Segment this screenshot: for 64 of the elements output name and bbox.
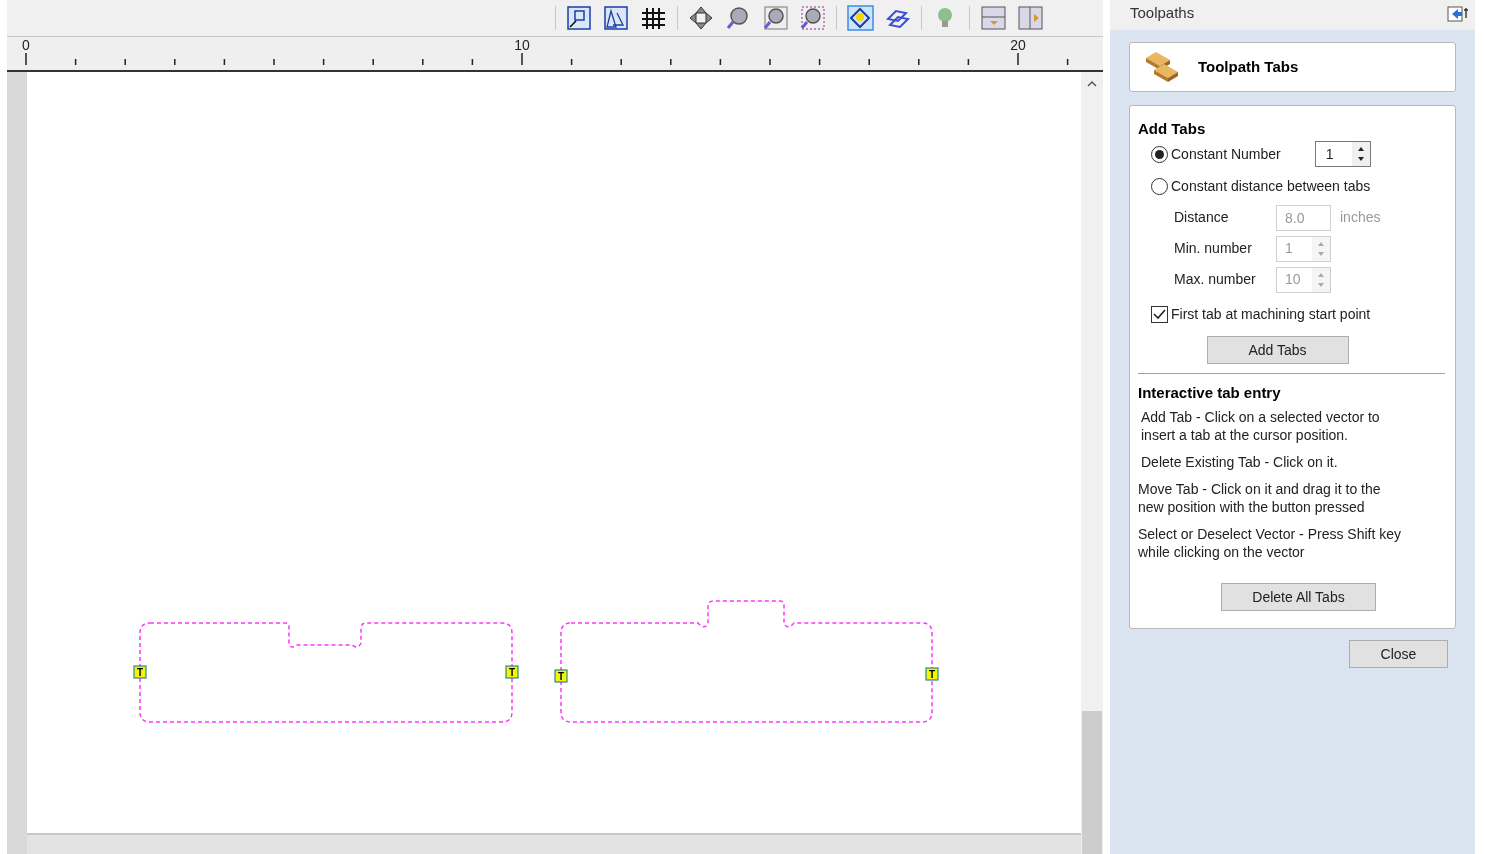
- ruler-tick: [967, 58, 970, 66]
- ruler-label: 10: [514, 38, 530, 52]
- ruler-tick: [521, 52, 523, 66]
- radio-label: Constant Number: [1171, 144, 1281, 164]
- ruler-tick: [570, 58, 573, 66]
- panel-title: Toolpaths: [1130, 3, 1195, 23]
- ruler-tick: [670, 58, 672, 66]
- frame-icon[interactable]: [566, 5, 593, 31]
- split-horizontal-icon[interactable]: [980, 5, 1007, 31]
- ruler-tick: [273, 58, 275, 66]
- spin-arrows-icon[interactable]: [1351, 142, 1370, 166]
- ruler-tick: [322, 58, 325, 66]
- help-text: Select or Deselect Vector - Press Shift key while clicking on the vector: [1138, 525, 1402, 561]
- field-label: Distance: [1174, 208, 1230, 227]
- ruler-tick: [372, 58, 374, 66]
- ruler-tick: [471, 58, 474, 66]
- field-label: Max. number: [1174, 270, 1257, 289]
- section-heading: Add Tabs: [1138, 120, 1207, 138]
- unit-label: inches: [1340, 208, 1381, 227]
- ruler-label: 0: [22, 38, 30, 52]
- tab-marker[interactable]: T: [554, 669, 568, 683]
- ruler-tick: [719, 58, 722, 66]
- scroll-up-icon[interactable]: [1087, 80, 1097, 87]
- header-title: Toolpath Tabs: [1198, 56, 1299, 77]
- ruler-tick: [769, 58, 771, 66]
- help-text: Move Tab - Click on it and drag it to the new position with the button pressed: [1138, 480, 1382, 516]
- dimension-icon[interactable]: [603, 5, 630, 31]
- ruler-tick: [918, 58, 920, 66]
- light-bulb-icon[interactable]: [847, 5, 874, 31]
- tab-marker[interactable]: T: [505, 665, 519, 679]
- ruler-tick: [223, 58, 226, 66]
- ruler-tick: [174, 58, 176, 66]
- help-text: Delete Existing Tab - Click on it.: [1141, 453, 1339, 471]
- close-button[interactable]: Close: [1349, 640, 1448, 668]
- ruler-label: 20: [1010, 38, 1026, 52]
- add-tabs-button[interactable]: Add Tabs: [1206, 336, 1349, 364]
- ruler-tick: [74, 58, 77, 66]
- grid-icon[interactable]: [640, 5, 667, 31]
- field-label: Min. number: [1174, 239, 1253, 258]
- checkbox-label: First tab at machining start point: [1171, 304, 1371, 324]
- scroll-thumb[interactable]: [1082, 711, 1102, 854]
- ruler-tick: [422, 58, 424, 66]
- ruler-tick: [124, 58, 126, 66]
- tab-marker[interactable]: T: [133, 665, 147, 679]
- ruler-tick: [818, 58, 821, 66]
- tab-marker[interactable]: T: [925, 667, 939, 681]
- radio-button[interactable]: [1151, 177, 1168, 195]
- split-vertical-icon[interactable]: [1017, 5, 1044, 31]
- number-spinner[interactable]: 1: [1314, 141, 1371, 167]
- ruler-tick: [25, 52, 27, 66]
- zoom-selection-icon[interactable]: [799, 5, 826, 31]
- radio-button[interactable]: [1151, 145, 1168, 163]
- ruler-tick: [1017, 52, 1019, 66]
- delete-all-tabs-button[interactable]: Delete All Tabs: [1221, 583, 1376, 611]
- pan-icon[interactable]: [688, 5, 715, 31]
- ruler-tick: [1066, 58, 1069, 66]
- help-text: Add Tab - Click on a selected vector to insert a tab at the cursor position.: [1141, 408, 1381, 444]
- ruler-tick: [620, 58, 622, 66]
- ruler-tick: [868, 58, 870, 66]
- panel-dock-icon[interactable]: [1447, 6, 1469, 22]
- section-heading: Interactive tab entry: [1138, 384, 1282, 402]
- checkbox[interactable]: [1151, 305, 1168, 323]
- zoom-box-icon[interactable]: [762, 5, 789, 31]
- radio-label: Constant distance between tabs: [1171, 176, 1371, 196]
